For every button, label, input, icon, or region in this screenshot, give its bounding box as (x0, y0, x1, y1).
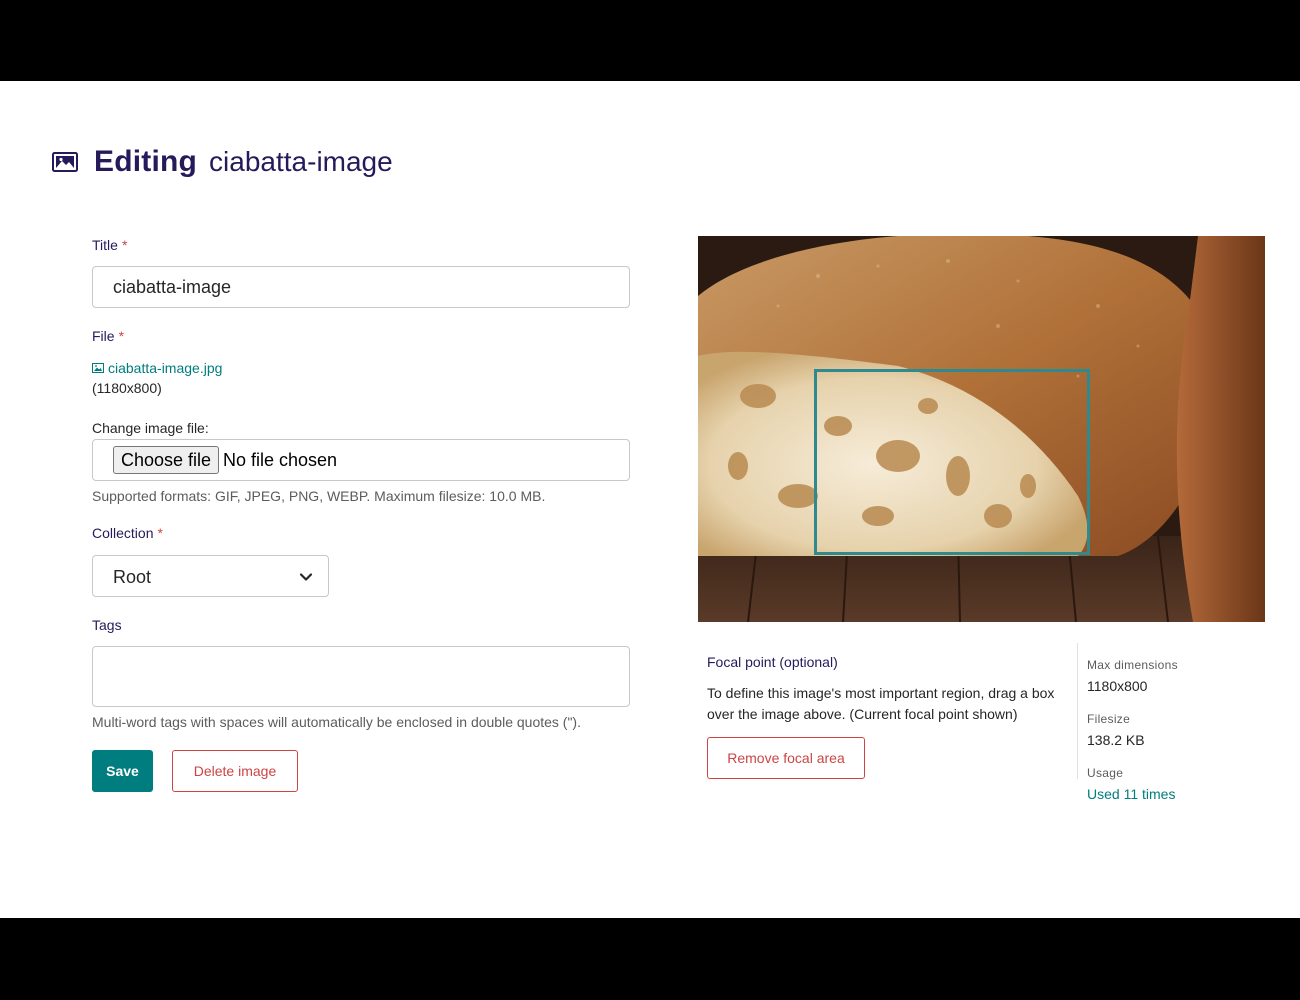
max-dimensions-value: 1180x800 (1087, 678, 1148, 694)
focal-point-optional: (optional) (779, 654, 838, 670)
max-dimensions-label: Max dimensions (1087, 658, 1178, 672)
tags-input[interactable] (92, 646, 630, 707)
page-title-name: ciabatta-image (209, 146, 393, 177)
filesize-label: Filesize (1087, 712, 1131, 726)
file-label-text: File (92, 328, 115, 344)
usage-label: Usage (1087, 766, 1124, 780)
delete-image-button[interactable]: Delete image (172, 750, 298, 792)
meta-divider (1077, 643, 1078, 779)
collection-select[interactable]: Root (92, 555, 329, 597)
title-input-value: ciabatta-image (113, 277, 232, 297)
page-title-action: Editing (94, 145, 198, 178)
remove-focal-area-button[interactable]: Remove focal area (707, 737, 865, 779)
focal-point-title-text: Focal point (707, 654, 776, 670)
title-label: Title * (92, 237, 127, 253)
collection-select-value: Root (113, 567, 152, 587)
tags-help-text: Multi-word tags with spaces will automat… (92, 714, 581, 730)
letterbox-top (0, 0, 1300, 81)
save-button[interactable]: Save (92, 750, 153, 792)
file-input[interactable]: Choose file No file chosen (92, 439, 630, 481)
focal-point-description: To define this image's most important re… (707, 685, 1055, 722)
collection-label-text: Collection (92, 525, 154, 541)
file-label: File * (92, 328, 124, 344)
file-dimensions: (1180x800) (92, 380, 162, 396)
choose-file-button[interactable]: Choose file (113, 446, 220, 474)
no-file-text: No file chosen (223, 450, 338, 470)
file-help-text: Supported formats: GIF, JPEG, PNG, WEBP.… (92, 488, 546, 504)
image-icon (52, 152, 78, 172)
edit-image-page: Editing ciabatta-image Title * ciabatta-i… (0, 81, 1300, 918)
image-file-icon (92, 363, 104, 373)
required-marker: * (121, 237, 128, 253)
focal-point-box[interactable] (814, 369, 1090, 555)
title-input[interactable]: ciabatta-image (92, 266, 630, 308)
file-link[interactable]: ciabatta-image.jpg (92, 360, 222, 376)
change-file-label: Change image file: (92, 420, 209, 436)
page-header: Editing ciabatta-image (52, 145, 393, 179)
letterbox-bottom (0, 918, 1300, 1000)
chevron-down-icon (299, 573, 313, 581)
required-marker: * (157, 525, 163, 541)
file-link-text: ciabatta-image.jpg (108, 360, 223, 376)
image-preview[interactable] (698, 236, 1265, 622)
usage-link[interactable]: Used 11 times (1087, 786, 1175, 802)
required-marker: * (118, 328, 125, 344)
focal-point-title: Focal point (optional) (707, 654, 838, 670)
tags-label: Tags (92, 617, 122, 633)
filesize-value: 138.2 KB (1087, 732, 1145, 748)
collection-label: Collection * (92, 525, 163, 541)
title-label-text: Title (92, 237, 118, 253)
